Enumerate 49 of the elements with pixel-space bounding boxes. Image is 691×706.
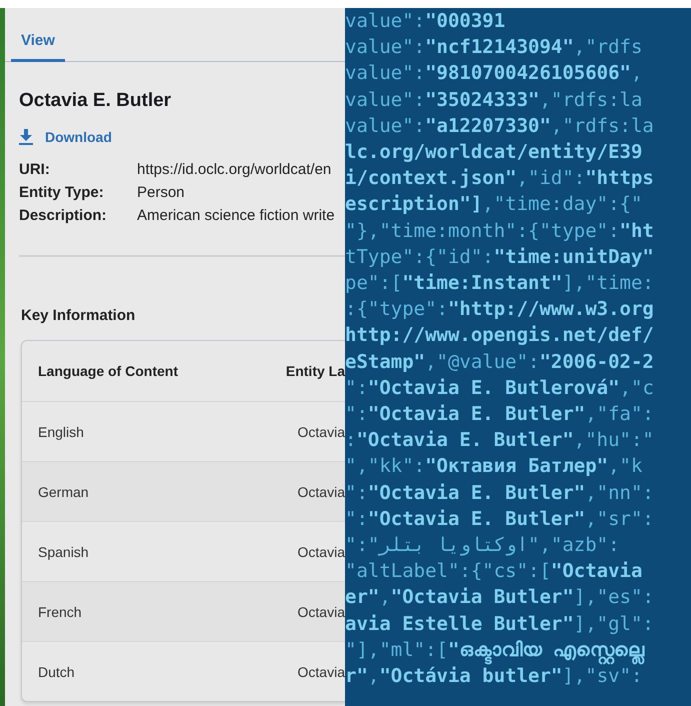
- code-line: lc.org/worldcat/entity/E39: [345, 140, 642, 166]
- table-cell-text: Spanish: [37, 544, 90, 560]
- table-cell-text: Dutch: [37, 664, 76, 680]
- table-cell: Octavia: [298, 544, 345, 560]
- code-line: value":"ncf12143094","rdfs: [345, 35, 642, 60]
- download-icon: [19, 129, 33, 145]
- code-line: i/context.json","id":"https: [345, 166, 654, 192]
- view-tab[interactable]: View: [11, 8, 65, 62]
- entity-title: Octavia E. Butler: [19, 90, 172, 112]
- table-cell-text: French: [37, 604, 83, 620]
- table-cell: Octavia: [298, 664, 345, 680]
- code-line: pe":["time:Instant"],"time:: [345, 271, 654, 296]
- field-label: Entity Type:: [19, 184, 105, 201]
- code-line: "altLabel":{"cs":["Octavia: [345, 559, 642, 584]
- table-cell-text: German: [37, 484, 90, 500]
- column-header: Entity La: [286, 363, 345, 379]
- code-line: "},"time:month":{"type":"ht: [345, 218, 654, 244]
- code-line: http://www.opengis.net/def/: [345, 323, 654, 348]
- field-label: Description:: [19, 207, 108, 224]
- table-cell: Octavia: [298, 484, 345, 500]
- field-value: American science fiction write: [137, 207, 335, 224]
- code-line: ":"Octavia E. Butler","nn":: [345, 480, 654, 506]
- code-line: :"Octavia E. Butler","hu":": [345, 428, 654, 454]
- code-line: avia Estelle Butler"],"gl":: [345, 612, 654, 637]
- code-line: escription"],"time:day":{": [345, 192, 642, 218]
- code-line: ":"Octavia E. Butler","sr":: [345, 506, 654, 532]
- code-line: value":"35024333","rdfs:la: [345, 88, 642, 113]
- table-cell: Octavia: [298, 424, 345, 440]
- table-cell-text: English: [37, 424, 85, 440]
- field-label: URI:: [19, 161, 51, 178]
- code-line: tType":{"id":"time:unitDay": [345, 244, 654, 270]
- code-line: ":"Octavia E. Butlerová","c: [345, 376, 654, 401]
- download-link[interactable]: Download: [19, 129, 331, 145]
- section-heading: Key Information: [21, 307, 136, 324]
- column-header: Language of Content: [37, 363, 179, 379]
- code-line: value":"9810700426105606",: [345, 61, 642, 86]
- field-value: https://id.oclc.org/worldcat/en: [137, 161, 332, 178]
- field-value: Person: [137, 184, 186, 201]
- code-line: :{"type":"http://www.w3.org: [345, 297, 654, 322]
- code-line: eStamp","@value":"2006-02-2: [345, 350, 654, 375]
- code-line: "],"ml":["ഒക്ടാവിയ എസ്റ്റെല്ലെ: [345, 636, 644, 664]
- code-line: er","Octavia Butler"],"es":: [345, 585, 654, 610]
- code-line: r","Octávia butler"],"sv":: [345, 664, 642, 690]
- table-cell: Octavia: [298, 604, 345, 620]
- code-line: ":"اوکتاویا بتلر","azb":: [345, 533, 620, 558]
- code-line: value":"000391: [345, 9, 506, 34]
- code-line: ":"Octavia E. Butler","fa":: [345, 402, 654, 428]
- code-line: ","kk":"Октавия Батлер","k: [345, 454, 642, 480]
- code-line: value":"a12207330","rdfs:la: [345, 114, 654, 139]
